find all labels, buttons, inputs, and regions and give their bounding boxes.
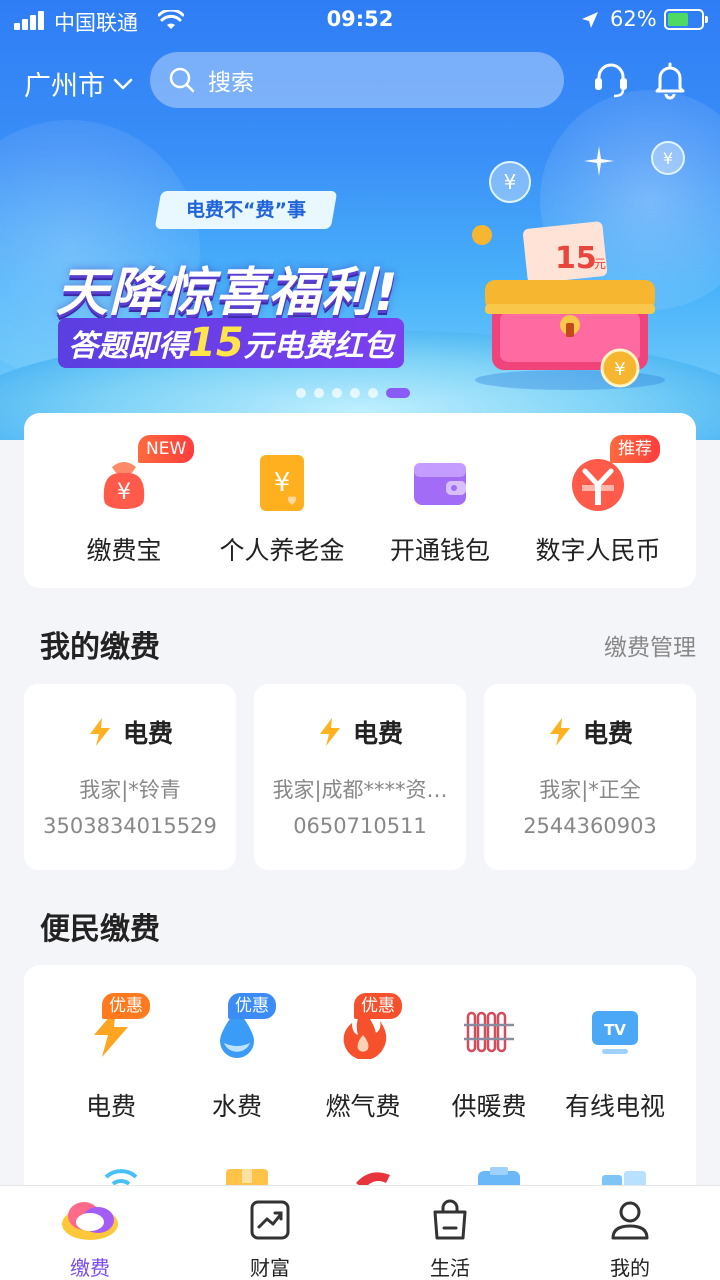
search-input[interactable]: 搜索 xyxy=(150,52,564,108)
bottom-tab-bar: 缴费 财富 生活 我的 xyxy=(0,1185,720,1280)
bell-icon[interactable] xyxy=(651,60,689,100)
service-label: 水费 xyxy=(211,1092,262,1121)
tv-icon: TV xyxy=(592,1011,638,1054)
svg-text:TV: TV xyxy=(604,1021,626,1039)
bill-card[interactable]: 电费 我家|*正全 2544360903 xyxy=(484,684,696,870)
quick-actions-card: ¥ NEW 缴费宝 ¥ 个人养老金 开通钱包 推荐 数字人民币 xyxy=(24,413,696,588)
new-badge: NEW xyxy=(138,435,195,463)
quick-action-open-wallet[interactable]: 开通钱包 xyxy=(356,413,524,588)
my-bills-title: 我的缴费 xyxy=(40,630,160,665)
service-electricity[interactable]: 优惠 电费 xyxy=(48,965,174,1125)
pagination-dot-active[interactable] xyxy=(386,388,410,398)
wealth-chart-icon xyxy=(250,1200,290,1240)
pagination-dot[interactable] xyxy=(350,388,360,398)
search-placeholder: 搜索 xyxy=(208,70,254,96)
banner-tag: 电费不“费”事 xyxy=(154,191,338,229)
recommend-badge: 推荐 xyxy=(610,435,660,463)
pagination-dot[interactable] xyxy=(296,388,306,398)
pay-cloud-icon xyxy=(62,1202,118,1240)
lightning-icon xyxy=(89,718,110,746)
tab-label: 缴费 xyxy=(70,1256,110,1280)
bill-account-number: 0650710511 xyxy=(293,814,427,838)
tab-wealth[interactable]: 财富 xyxy=(180,1186,360,1280)
service-heating[interactable]: 供暖费 xyxy=(426,965,552,1125)
service-cable-tv[interactable]: TV 有线电视 xyxy=(552,965,678,1125)
bill-account-name: 我家|成都****资… xyxy=(272,778,448,802)
tab-label: 我的 xyxy=(610,1256,650,1280)
lightning-icon xyxy=(549,718,570,746)
bill-card[interactable]: 电费 我家|成都****资… 0650710511 xyxy=(254,684,466,870)
pagination-dot[interactable] xyxy=(314,388,324,398)
quick-action-label: 数字人民币 xyxy=(535,536,661,565)
chevron-down-icon xyxy=(113,78,133,89)
svg-text:¥: ¥ xyxy=(663,149,673,168)
bill-account-number: 2544360903 xyxy=(523,814,657,838)
service-label: 电费 xyxy=(85,1092,136,1121)
location-arrow-icon xyxy=(582,12,598,28)
discount-badge: 优惠 xyxy=(354,993,402,1019)
customer-service-icon[interactable] xyxy=(592,60,630,100)
bill-card[interactable]: 电费 我家|*铃青 3503834015529 xyxy=(24,684,236,870)
pagination-dot[interactable] xyxy=(368,388,378,398)
svg-text:¥: ¥ xyxy=(274,468,291,498)
service-label: 燃气费 xyxy=(325,1092,401,1121)
quick-action-label: 缴费宝 xyxy=(86,536,162,565)
city-label: 广州市 xyxy=(24,71,105,102)
bill-card-header: 电费 xyxy=(24,714,236,750)
banner-pagination[interactable] xyxy=(296,388,410,398)
svg-text:¥: ¥ xyxy=(614,359,625,380)
service-label: 有线电视 xyxy=(564,1092,665,1121)
bill-type: 电费 xyxy=(582,719,633,748)
discount-badge: 优惠 xyxy=(102,993,150,1019)
battery-percent: 62% xyxy=(610,7,657,31)
coupon-unit: 元 xyxy=(594,257,606,271)
service-label: 供暖费 xyxy=(451,1092,527,1121)
coin-icon: ¥ xyxy=(651,141,685,175)
pension-card-icon: ¥ xyxy=(260,455,304,511)
tab-label: 生活 xyxy=(430,1256,470,1280)
quick-action-label: 开通钱包 xyxy=(389,536,490,565)
search-icon xyxy=(169,67,195,93)
quick-action-label: 个人养老金 xyxy=(219,536,345,565)
radiator-icon xyxy=(464,1011,514,1053)
wallet-icon xyxy=(414,463,466,505)
bill-account-number: 3503834015529 xyxy=(43,814,217,838)
service-gas[interactable]: 优惠 燃气费 xyxy=(300,965,426,1125)
bill-type: 电费 xyxy=(352,719,403,748)
shopping-bag-icon xyxy=(433,1199,467,1240)
banner-subtitle[interactable]: 答题即得15元电费红包 xyxy=(58,318,404,368)
bill-card-header: 电费 xyxy=(254,714,466,750)
tab-life[interactable]: 生活 xyxy=(360,1186,540,1280)
quick-action-payment-treasure[interactable]: ¥ NEW 缴费宝 xyxy=(40,413,208,588)
treasure-chest-icon: 15 元 ¥ xyxy=(472,221,665,390)
city-selector[interactable]: 广州市 xyxy=(24,64,133,103)
bill-card-header: 电费 xyxy=(484,714,696,750)
tab-label: 财富 xyxy=(250,1256,290,1280)
coupon-value: 15 xyxy=(555,241,597,276)
hero-banner-area: ¥ ¥ 电费不“费”事 天降惊喜福利! 答题即得15元电费红包 15 元 ¥ 中… xyxy=(0,0,720,440)
sparkle-icon xyxy=(584,146,614,176)
lightning-icon xyxy=(319,718,340,746)
banner-title: 天降惊喜福利! xyxy=(56,263,399,323)
coin-icon: ¥ xyxy=(489,161,531,203)
svg-text:¥: ¥ xyxy=(117,480,131,505)
tab-payment[interactable]: 缴费 xyxy=(0,1186,180,1280)
convenience-title: 便民缴费 xyxy=(40,912,160,947)
user-icon xyxy=(611,1201,649,1240)
status-bar: 中国联通 09:52 62% xyxy=(0,0,720,40)
pagination-dot[interactable] xyxy=(332,388,342,398)
tab-mine[interactable]: 我的 xyxy=(540,1186,720,1280)
bill-type: 电费 xyxy=(122,719,173,748)
service-water[interactable]: 优惠 水费 xyxy=(174,965,300,1125)
quick-action-personal-pension[interactable]: ¥ 个人养老金 xyxy=(198,413,366,588)
bill-account-name: 我家|*正全 xyxy=(539,778,641,802)
manage-bills-link[interactable]: 缴费管理 xyxy=(604,628,696,662)
quick-action-digital-rmb[interactable]: 推荐 数字人民币 xyxy=(514,413,682,588)
bill-account-name: 我家|*铃青 xyxy=(79,778,181,802)
svg-text:¥: ¥ xyxy=(504,170,517,194)
discount-badge: 优惠 xyxy=(228,993,276,1019)
battery-icon xyxy=(664,9,708,30)
